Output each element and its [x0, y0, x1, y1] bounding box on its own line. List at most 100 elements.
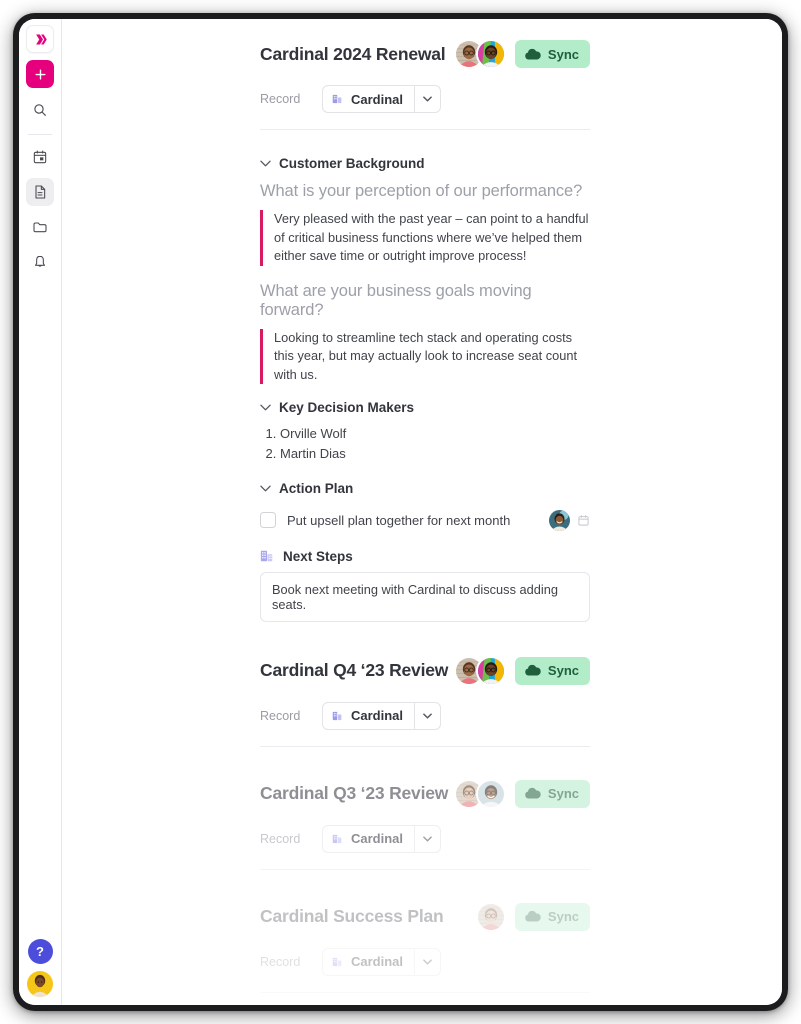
next-steps-input[interactable]: Book next meeting with Cardinal to discu…: [260, 571, 590, 622]
record-selector-row: Record Cardinal: [260, 947, 590, 976]
record-card-header: Cardinal Q3 ‘23 Review Sync: [260, 777, 590, 811]
record-select[interactable]: Cardinal: [322, 85, 442, 113]
section-header-customer-background[interactable]: Customer Background: [260, 156, 590, 171]
sidebar-item-documents[interactable]: [26, 178, 54, 206]
records-column: Cardinal 2024 Renewal Sync Record Cardin…: [260, 19, 590, 1005]
calendar-icon: [33, 150, 47, 164]
sidebar-bottom: ?: [19, 939, 61, 997]
sidebar-rail: ?: [19, 19, 62, 1005]
section-header-key-decision-makers[interactable]: Key Decision Makers: [260, 400, 590, 415]
avatar[interactable]: [475, 39, 506, 69]
task-assignee-avatar[interactable]: [549, 509, 570, 531]
record-card: Cardinal Q4 ‘23 Review Sync Record Cardi…: [260, 654, 590, 777]
due-date-calendar-icon[interactable]: [577, 514, 590, 527]
help-button[interactable]: ?: [27, 939, 53, 964]
record-title[interactable]: Cardinal Q4 ‘23 Review: [260, 660, 448, 681]
company-icon: [332, 957, 342, 966]
sync-label: Sync: [547, 46, 579, 62]
section-header-action-plan[interactable]: Action Plan: [260, 481, 590, 496]
search-icon: [34, 104, 46, 116]
sidebar-item-calendar[interactable]: [26, 143, 54, 171]
avatar-group: [475, 901, 506, 932]
record-select-value-wrap: Cardinal: [323, 826, 414, 852]
chevron-down-icon: [260, 485, 271, 492]
record-select-value: Cardinal: [351, 954, 404, 970]
record-selector-row: Record Cardinal: [260, 85, 590, 113]
card-divider: [260, 991, 590, 993]
answer-text[interactable]: Looking to streamline tech stack and ope…: [260, 328, 590, 385]
main-scroll-area[interactable]: Cardinal 2024 Renewal Sync Record Cardin…: [62, 19, 782, 1005]
sidebar-item-add[interactable]: [26, 60, 54, 88]
avatar-image: [477, 657, 504, 684]
record-card: Cardinal Success Plan Sync Record Cardin…: [260, 900, 590, 1005]
sync-button[interactable]: Sync: [514, 656, 590, 685]
record-card-header: Cardinal Success Plan Sync: [260, 900, 590, 934]
record-title[interactable]: Cardinal Q3 ‘23 Review: [260, 783, 448, 804]
sidebar-item-notifications[interactable]: [26, 248, 54, 276]
record-selector-row: Record Cardinal: [260, 824, 590, 853]
record-select[interactable]: Cardinal: [322, 947, 442, 976]
folder-icon: [33, 222, 47, 233]
document-icon: [35, 185, 46, 199]
record-field-label: Record: [260, 92, 301, 106]
chevron-down-icon: [260, 404, 271, 411]
next-steps-title: Next Steps: [283, 548, 353, 564]
list-item[interactable]: Martin Dias: [280, 444, 590, 463]
company-icon: [332, 711, 342, 720]
task-label[interactable]: Put upsell plan together for next month: [287, 513, 510, 528]
record-select-caret[interactable]: [414, 825, 440, 852]
avatar-image: [549, 509, 570, 531]
sidebar-item-search[interactable]: [26, 96, 54, 124]
cloud-icon: [525, 48, 541, 59]
sync-button[interactable]: Sync: [514, 902, 590, 931]
avatar-image: [477, 780, 504, 807]
card-divider: [260, 745, 590, 747]
avatar-image: [477, 903, 504, 930]
task-checkbox[interactable]: [260, 512, 276, 529]
record-select-value-wrap: Cardinal: [323, 86, 414, 112]
record-select[interactable]: Cardinal: [322, 701, 442, 730]
record-select-value: Cardinal: [351, 708, 404, 724]
sync-button[interactable]: Sync: [514, 40, 590, 68]
task-meta: [549, 509, 590, 531]
sync-label: Sync: [547, 909, 579, 925]
avatar-group: [453, 778, 506, 809]
sync-button[interactable]: Sync: [514, 779, 590, 808]
record-title[interactable]: Cardinal Success Plan: [260, 906, 444, 927]
section-title: Customer Background: [279, 156, 425, 171]
chevron-down-icon: [423, 959, 432, 965]
record-select-caret[interactable]: [414, 86, 440, 112]
sidebar-item-folders[interactable]: [26, 213, 54, 241]
next-steps-header: Next Steps: [260, 549, 590, 564]
record-select-caret[interactable]: [414, 702, 440, 729]
question-text: What is your perception of our performan…: [260, 182, 583, 200]
app-logo-button[interactable]: [26, 25, 54, 53]
record-field-label: Record: [260, 954, 301, 969]
cloud-icon: [525, 788, 541, 799]
avatar[interactable]: [475, 901, 506, 932]
avatar[interactable]: [475, 778, 506, 809]
avatar[interactable]: [475, 655, 506, 686]
sync-label: Sync: [547, 786, 579, 802]
sidebar-divider: [28, 134, 52, 135]
avatar-group: [453, 655, 506, 686]
section-title: Key Decision Makers: [279, 400, 415, 416]
company-icon: [260, 551, 273, 562]
company-icon: [332, 94, 342, 104]
app-logo-icon: [35, 34, 47, 44]
app-screen: ? Cardinal 2024 Renewal Sync Record Card…: [19, 19, 782, 1005]
bell-icon: [35, 255, 45, 267]
answer-text[interactable]: Very pleased with the past year – can po…: [260, 210, 590, 266]
window-frame: ? Cardinal 2024 Renewal Sync Record Card…: [13, 13, 788, 1011]
record-select[interactable]: Cardinal: [322, 824, 442, 853]
chevron-down-icon: [423, 713, 432, 719]
record-select-caret[interactable]: [414, 948, 440, 975]
record-selector-row: Record Cardinal: [260, 701, 590, 730]
question-text: What are your business goals moving forw…: [260, 281, 532, 319]
list-item[interactable]: Orville Wolf: [280, 424, 590, 443]
card-divider: [260, 868, 590, 870]
record-title[interactable]: Cardinal 2024 Renewal: [260, 44, 446, 65]
record-card-header: Cardinal Q4 ‘23 Review Sync: [260, 654, 590, 688]
account-avatar[interactable]: [27, 971, 53, 997]
avatar-group: [453, 39, 506, 69]
